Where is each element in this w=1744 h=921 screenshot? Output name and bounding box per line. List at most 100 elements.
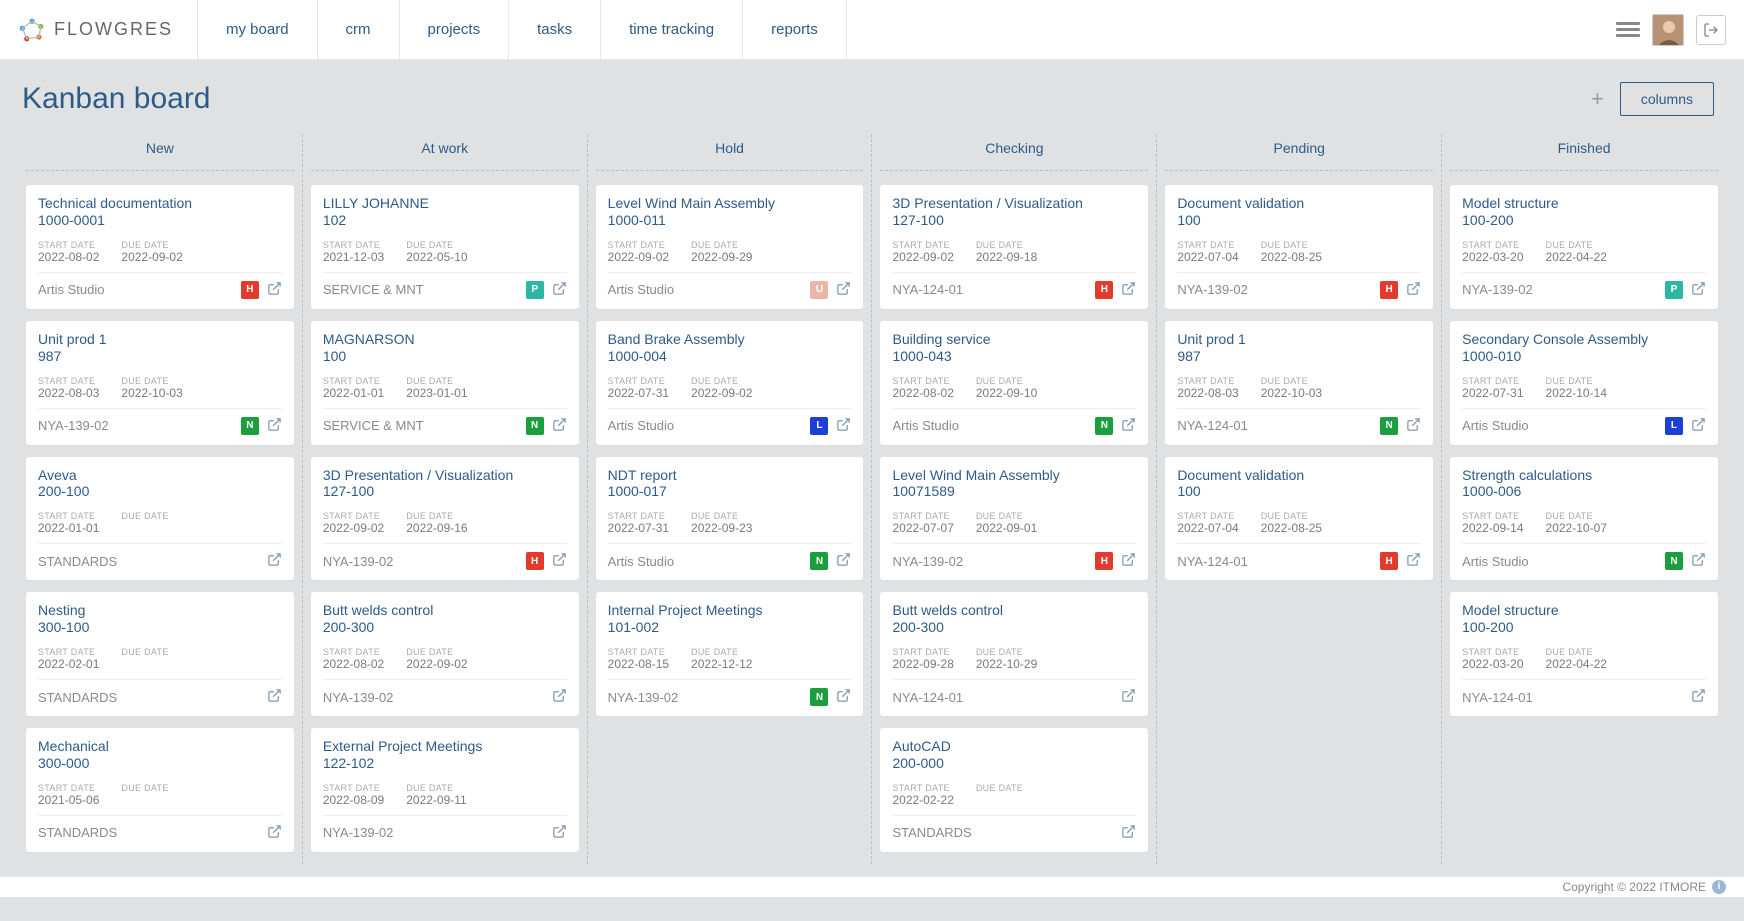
kanban-card[interactable]: 3D Presentation / Visualization127-100ST… — [311, 457, 579, 581]
columns-button[interactable]: columns — [1620, 82, 1714, 116]
card-footer-actions: P — [526, 281, 567, 299]
kanban-card[interactable]: Aveva200-100START DATE2022-01-01DUE DATE… — [26, 457, 294, 581]
kanban-card[interactable]: Butt welds control200-300START DATE2022-… — [311, 592, 579, 716]
open-link-icon[interactable] — [836, 281, 851, 299]
open-link-icon[interactable] — [1121, 824, 1136, 842]
kanban-card[interactable]: Technical documentation1000-0001START DA… — [26, 185, 294, 309]
card-footer-actions — [267, 824, 282, 842]
kanban-card[interactable]: Mechanical300-000START DATE2021-05-06DUE… — [26, 728, 294, 852]
open-link-icon[interactable] — [1691, 281, 1706, 299]
kanban-card[interactable]: Unit prod 1987START DATE2022-08-03DUE DA… — [1165, 321, 1433, 445]
logo[interactable]: FLOWGRES — [0, 0, 198, 59]
card-dates: START DATE2022-02-01DUE DATE — [38, 647, 282, 680]
open-link-icon[interactable] — [1121, 552, 1136, 570]
topbar-right — [1616, 14, 1744, 46]
kanban-card[interactable]: Band Brake Assembly1000-004START DATE202… — [596, 321, 864, 445]
card-dates: START DATE2022-07-31DUE DATE2022-10-14 — [1462, 376, 1706, 409]
kanban-card[interactable]: Level Wind Main Assembly1000-011START DA… — [596, 185, 864, 309]
open-link-icon[interactable] — [1691, 688, 1706, 706]
add-icon[interactable]: + — [1591, 86, 1604, 112]
card-code: 10071589 — [892, 483, 1136, 499]
open-link-icon[interactable] — [552, 552, 567, 570]
open-link-icon[interactable] — [1406, 552, 1421, 570]
open-link-icon[interactable] — [552, 417, 567, 435]
open-link-icon[interactable] — [836, 417, 851, 435]
card-title: Level Wind Main Assembly — [892, 467, 1136, 484]
start-date-value: 2022-01-01 — [38, 521, 99, 535]
open-link-icon[interactable] — [552, 281, 567, 299]
start-date-value: 2022-01-01 — [323, 386, 384, 400]
nav-my-board[interactable]: my board — [198, 0, 318, 59]
card-footer: STANDARDS — [38, 552, 282, 570]
open-link-icon[interactable] — [1691, 552, 1706, 570]
open-link-icon[interactable] — [1121, 417, 1136, 435]
open-link-icon[interactable] — [836, 688, 851, 706]
kanban-card[interactable]: Model structure100-200START DATE2022-03-… — [1450, 592, 1718, 716]
open-link-icon[interactable] — [1121, 688, 1136, 706]
kanban-card[interactable]: Model structure100-200START DATE2022-03-… — [1450, 185, 1718, 309]
kanban-card[interactable]: Level Wind Main Assembly10071589START DA… — [880, 457, 1148, 581]
due-date-label: DUE DATE — [406, 647, 467, 657]
due-date-label: DUE DATE — [691, 511, 752, 521]
kanban-card[interactable]: Butt welds control200-300START DATE2022-… — [880, 592, 1148, 716]
card-footer-actions — [1121, 688, 1136, 706]
kanban-card[interactable]: Internal Project Meetings101-002START DA… — [596, 592, 864, 716]
kanban-card[interactable]: External Project Meetings122-102START DA… — [311, 728, 579, 852]
avatar[interactable] — [1652, 14, 1684, 46]
open-link-icon[interactable] — [552, 824, 567, 842]
kanban-card[interactable]: AutoCAD200-000START DATE2022-02-22DUE DA… — [880, 728, 1148, 852]
nav-crm[interactable]: crm — [318, 0, 400, 59]
kanban-card[interactable]: 3D Presentation / Visualization127-100ST… — [880, 185, 1148, 309]
card-code: 1000-006 — [1462, 483, 1706, 499]
open-link-icon[interactable] — [267, 417, 282, 435]
info-icon[interactable]: i — [1712, 880, 1726, 894]
nav-time-tracking[interactable]: time tracking — [601, 0, 743, 59]
open-link-icon[interactable] — [552, 688, 567, 706]
due-date-value: 2022-10-03 — [1261, 386, 1322, 400]
start-date-label: START DATE — [892, 240, 953, 250]
kanban-card[interactable]: Document validation100START DATE2022-07-… — [1165, 185, 1433, 309]
menu-icon[interactable] — [1616, 19, 1640, 40]
card-dates: START DATE2022-08-09DUE DATE2022-09-11 — [323, 783, 567, 816]
open-link-icon[interactable] — [267, 688, 282, 706]
kanban-card[interactable]: LILLY JOHANNE102START DATE2021-12-03DUE … — [311, 185, 579, 309]
priority-badge: N — [526, 417, 544, 435]
nav-projects[interactable]: projects — [400, 0, 510, 59]
open-link-icon[interactable] — [836, 552, 851, 570]
open-link-icon[interactable] — [1121, 281, 1136, 299]
open-link-icon[interactable] — [1406, 417, 1421, 435]
kanban-card[interactable]: NDT report1000-017START DATE2022-07-31DU… — [596, 457, 864, 581]
kanban-card[interactable]: Document validation100START DATE2022-07-… — [1165, 457, 1433, 581]
logout-button[interactable] — [1696, 15, 1726, 45]
start-date-label: START DATE — [1462, 376, 1523, 386]
card-code: 300-100 — [38, 619, 282, 635]
card-footer: NYA-124-01H — [892, 281, 1136, 299]
card-dates: START DATE2022-08-03DUE DATE2022-10-03 — [1177, 376, 1421, 409]
card-footer-label: NYA-139-02 — [323, 554, 394, 569]
open-link-icon[interactable] — [267, 552, 282, 570]
card-footer: NYA-139-02H — [892, 552, 1136, 570]
kanban-card[interactable]: Building service1000-043START DATE2022-0… — [880, 321, 1148, 445]
card-code: 100 — [1177, 212, 1421, 228]
open-link-icon[interactable] — [267, 281, 282, 299]
open-link-icon[interactable] — [267, 824, 282, 842]
card-code: 100 — [1177, 483, 1421, 499]
start-date-value: 2022-02-01 — [38, 657, 99, 671]
open-link-icon[interactable] — [1691, 417, 1706, 435]
open-link-icon[interactable] — [1406, 281, 1421, 299]
nav-reports[interactable]: reports — [743, 0, 847, 59]
kanban-card[interactable]: Secondary Console Assembly1000-010START … — [1450, 321, 1718, 445]
kanban-card[interactable]: Unit prod 1987START DATE2022-08-03DUE DA… — [26, 321, 294, 445]
due-date-value: 2022-10-14 — [1546, 386, 1607, 400]
kanban-card[interactable]: Strength calculations1000-006START DATE2… — [1450, 457, 1718, 581]
page-footer: Copyright © 2022 ITMORE i — [0, 876, 1744, 897]
start-date-label: START DATE — [323, 376, 384, 386]
card-footer-label: NYA-124-01 — [1177, 418, 1248, 433]
start-date-value: 2022-03-20 — [1462, 250, 1523, 264]
nav-tasks[interactable]: tasks — [509, 0, 601, 59]
card-code: 300-000 — [38, 755, 282, 771]
card-footer-label: NYA-124-01 — [1177, 554, 1248, 569]
kanban-card[interactable]: MAGNARSON100START DATE2022-01-01DUE DATE… — [311, 321, 579, 445]
kanban-card[interactable]: Nesting300-100START DATE2022-02-01DUE DA… — [26, 592, 294, 716]
due-date-label: DUE DATE — [121, 240, 182, 250]
